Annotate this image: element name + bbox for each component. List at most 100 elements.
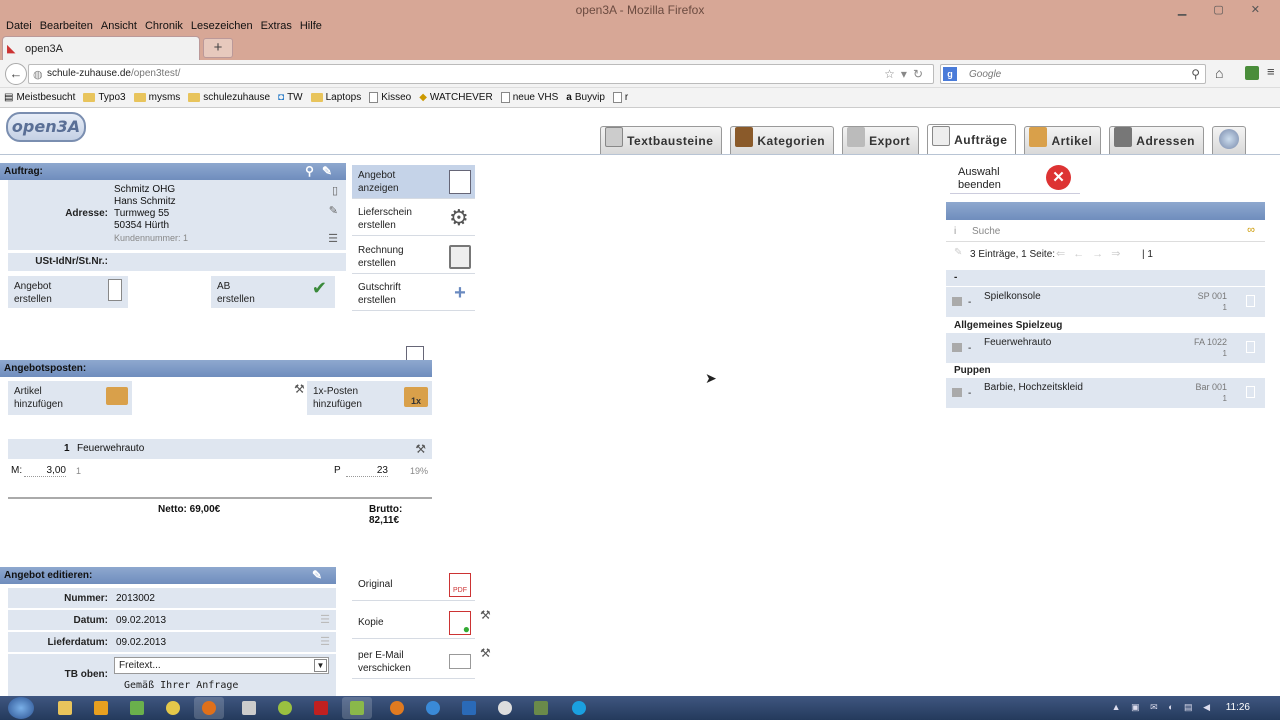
- menu-icon[interactable]: ≡: [1267, 64, 1275, 79]
- trash-icon[interactable]: [1246, 386, 1255, 398]
- taskbar-filezilla[interactable]: [306, 697, 336, 719]
- menu-datei[interactable]: Datei: [2, 18, 36, 34]
- trash-icon[interactable]: [1246, 341, 1255, 353]
- header-tools-icon[interactable]: ⚲✎: [305, 163, 340, 180]
- taskbar-media[interactable]: [86, 697, 116, 719]
- rechnung-erstellen-button[interactable]: Rechnung erstellen: [352, 240, 475, 274]
- tools-icon[interactable]: ⚒: [480, 646, 491, 660]
- extension-icon[interactable]: [1245, 66, 1259, 80]
- gutschrift-erstellen-button[interactable]: Gutschrift erstellen +: [352, 277, 475, 311]
- trash-icon[interactable]: [1246, 295, 1255, 307]
- nav-textbausteine[interactable]: Textbausteine: [600, 126, 723, 154]
- taskbar-app3[interactable]: [342, 697, 372, 719]
- p-value[interactable]: 23: [346, 465, 388, 477]
- email-button[interactable]: per E-Mail verschicken: [352, 645, 475, 679]
- menu-extras[interactable]: Extras: [257, 18, 296, 34]
- edit-header: Angebot editieren: ✎: [0, 567, 336, 584]
- nav-export[interactable]: Export: [842, 126, 920, 154]
- paging-arrows-icon[interactable]: ⇐←→⇒: [1056, 247, 1128, 260]
- notes-icon: [242, 701, 256, 715]
- browser-tab-label: open3A: [25, 42, 63, 55]
- nav-auftraege[interactable]: Aufträge: [927, 124, 1017, 154]
- tb-text[interactable]: Gemäß Ihrer Anfrage: [124, 680, 238, 691]
- ab-erstellen-button[interactable]: AB erstellen ✔: [211, 276, 335, 308]
- wrench-icon[interactable]: ✎: [312, 567, 330, 584]
- search-bar[interactable]: g Google ⚲: [940, 64, 1206, 84]
- new-tab-button[interactable]: +: [203, 38, 233, 58]
- taskbar-app[interactable]: [122, 697, 152, 719]
- original-button[interactable]: Original PDF: [352, 569, 475, 601]
- nav-settings[interactable]: [1212, 126, 1246, 154]
- taskbar-app2[interactable]: [270, 697, 300, 719]
- nav-artikel[interactable]: Artikel: [1024, 126, 1102, 154]
- category-icon: [735, 126, 754, 147]
- taskbar-firefox[interactable]: [194, 697, 224, 719]
- angebot-anzeigen-button[interactable]: Angebot anzeigen: [352, 165, 475, 199]
- url-bar[interactable]: ◍ schule-zuhause.de/open3test/ ☆▾↻: [28, 64, 934, 84]
- menu-chronik[interactable]: Chronik: [141, 18, 187, 34]
- menu-hilfe[interactable]: Hilfe: [296, 18, 326, 34]
- einmal-posten-button[interactable]: 1x-Posten hinzufügen 1x: [307, 381, 432, 415]
- search-field[interactable]: Suche: [972, 226, 1000, 237]
- taskbar-skype[interactable]: [564, 697, 594, 719]
- edit-icon[interactable]: ✎: [329, 204, 338, 217]
- bookmarks-bar: ▤ Meistbesucht Typo3 mysms schulezuhause …: [0, 88, 1280, 108]
- bookmark-neue-vhs[interactable]: neue VHS: [500, 92, 558, 103]
- window-controls[interactable]: ▁ ▢ ✕: [1178, 3, 1272, 16]
- back-button[interactable]: ←: [5, 63, 27, 85]
- system-tray-icons[interactable]: ▲ ▣ ✉ ◐ ▤ ◀: [1112, 702, 1214, 713]
- list-icon[interactable]: ☰: [328, 232, 338, 245]
- kopie-button[interactable]: Kopie ●: [352, 607, 475, 639]
- start-button[interactable]: [8, 697, 34, 719]
- bookmark-mysms[interactable]: mysms: [133, 92, 180, 103]
- home-icon[interactable]: ⌂: [1215, 65, 1223, 81]
- menu-lesezeichen[interactable]: Lesezeichen: [187, 18, 257, 34]
- tools-icon[interactable]: ⚒: [480, 608, 491, 622]
- bookmark-watchever[interactable]: ◆ WATCHEVER: [419, 92, 492, 103]
- lieferschein-erstellen-button[interactable]: Lieferschein erstellen ⚙: [352, 202, 475, 236]
- tools-icon[interactable]: ⚒: [294, 382, 305, 396]
- list-item[interactable]: - Barbie, Hochzeitskleid Bar 001 1: [946, 378, 1265, 408]
- nav-kategorien[interactable]: Kategorien: [730, 126, 835, 154]
- nummer-row: Nummer: 2013002: [8, 588, 336, 608]
- taskbar-explorer[interactable]: [50, 697, 80, 719]
- tb-select[interactable]: Freitext... ▼: [114, 657, 329, 674]
- p-label: P: [334, 465, 341, 476]
- search-icon[interactable]: ⚲: [1191, 67, 1200, 81]
- tools-icon[interactable]: ⚒: [415, 442, 426, 456]
- copy-icon[interactable]: ▯: [332, 184, 338, 197]
- list-item[interactable]: - Feuerwehrauto FA 1022 1: [946, 333, 1265, 363]
- calendar-icon[interactable]: ☰: [320, 613, 330, 626]
- bookmark-tw[interactable]: ◘ TW: [278, 92, 303, 103]
- m-value[interactable]: 3,00: [24, 465, 66, 477]
- bookmark-kisseo[interactable]: Kisseo: [369, 92, 411, 103]
- nummer-value[interactable]: 2013002: [116, 593, 155, 604]
- bookmark-laptops[interactable]: Laptops: [310, 92, 361, 103]
- taskbar-notes[interactable]: [234, 697, 264, 719]
- auswahl-beenden-button[interactable]: Auswahl beenden ✕: [950, 162, 1080, 194]
- calendar-icon[interactable]: ☰: [320, 635, 330, 648]
- bookmark-schulezuhause[interactable]: schulezuhause: [188, 92, 270, 103]
- datum-value[interactable]: 09.02.2013: [116, 615, 166, 626]
- bookmark-typo3[interactable]: Typo3: [83, 92, 126, 103]
- angebot-erstellen-button[interactable]: Angebot erstellen: [8, 276, 128, 308]
- clock[interactable]: 11:26: [1226, 702, 1250, 713]
- taskbar-app5[interactable]: [490, 697, 520, 719]
- binoculars-icon[interactable]: ∞: [1247, 224, 1255, 236]
- menu-bearbeiten[interactable]: Bearbeiten: [36, 18, 97, 34]
- browser-tab[interactable]: ◣ open3A: [2, 36, 200, 60]
- artikel-hinzufuegen-button[interactable]: Artikel hinzufügen: [8, 381, 132, 415]
- nav-adressen[interactable]: Adressen: [1109, 126, 1204, 154]
- bookmark-meistbesucht[interactable]: ▤ Meistbesucht: [4, 92, 75, 103]
- taskbar-chrome[interactable]: [158, 697, 188, 719]
- lieferdatum-value[interactable]: 09.02.2013: [116, 637, 166, 648]
- bookmark-r[interactable]: r: [612, 92, 628, 103]
- url-actions-icon[interactable]: ☆▾↻: [884, 67, 929, 81]
- bookmark-buyvip[interactable]: a Buyvip: [566, 92, 605, 103]
- taskbar-app6[interactable]: [526, 697, 556, 719]
- taskbar-ie[interactable]: [418, 697, 448, 719]
- taskbar-app4[interactable]: [382, 697, 412, 719]
- menu-ansicht[interactable]: Ansicht: [97, 18, 141, 34]
- taskbar-outlook[interactable]: [454, 697, 484, 719]
- list-item[interactable]: - Spielkonsole SP 001 1: [946, 287, 1265, 317]
